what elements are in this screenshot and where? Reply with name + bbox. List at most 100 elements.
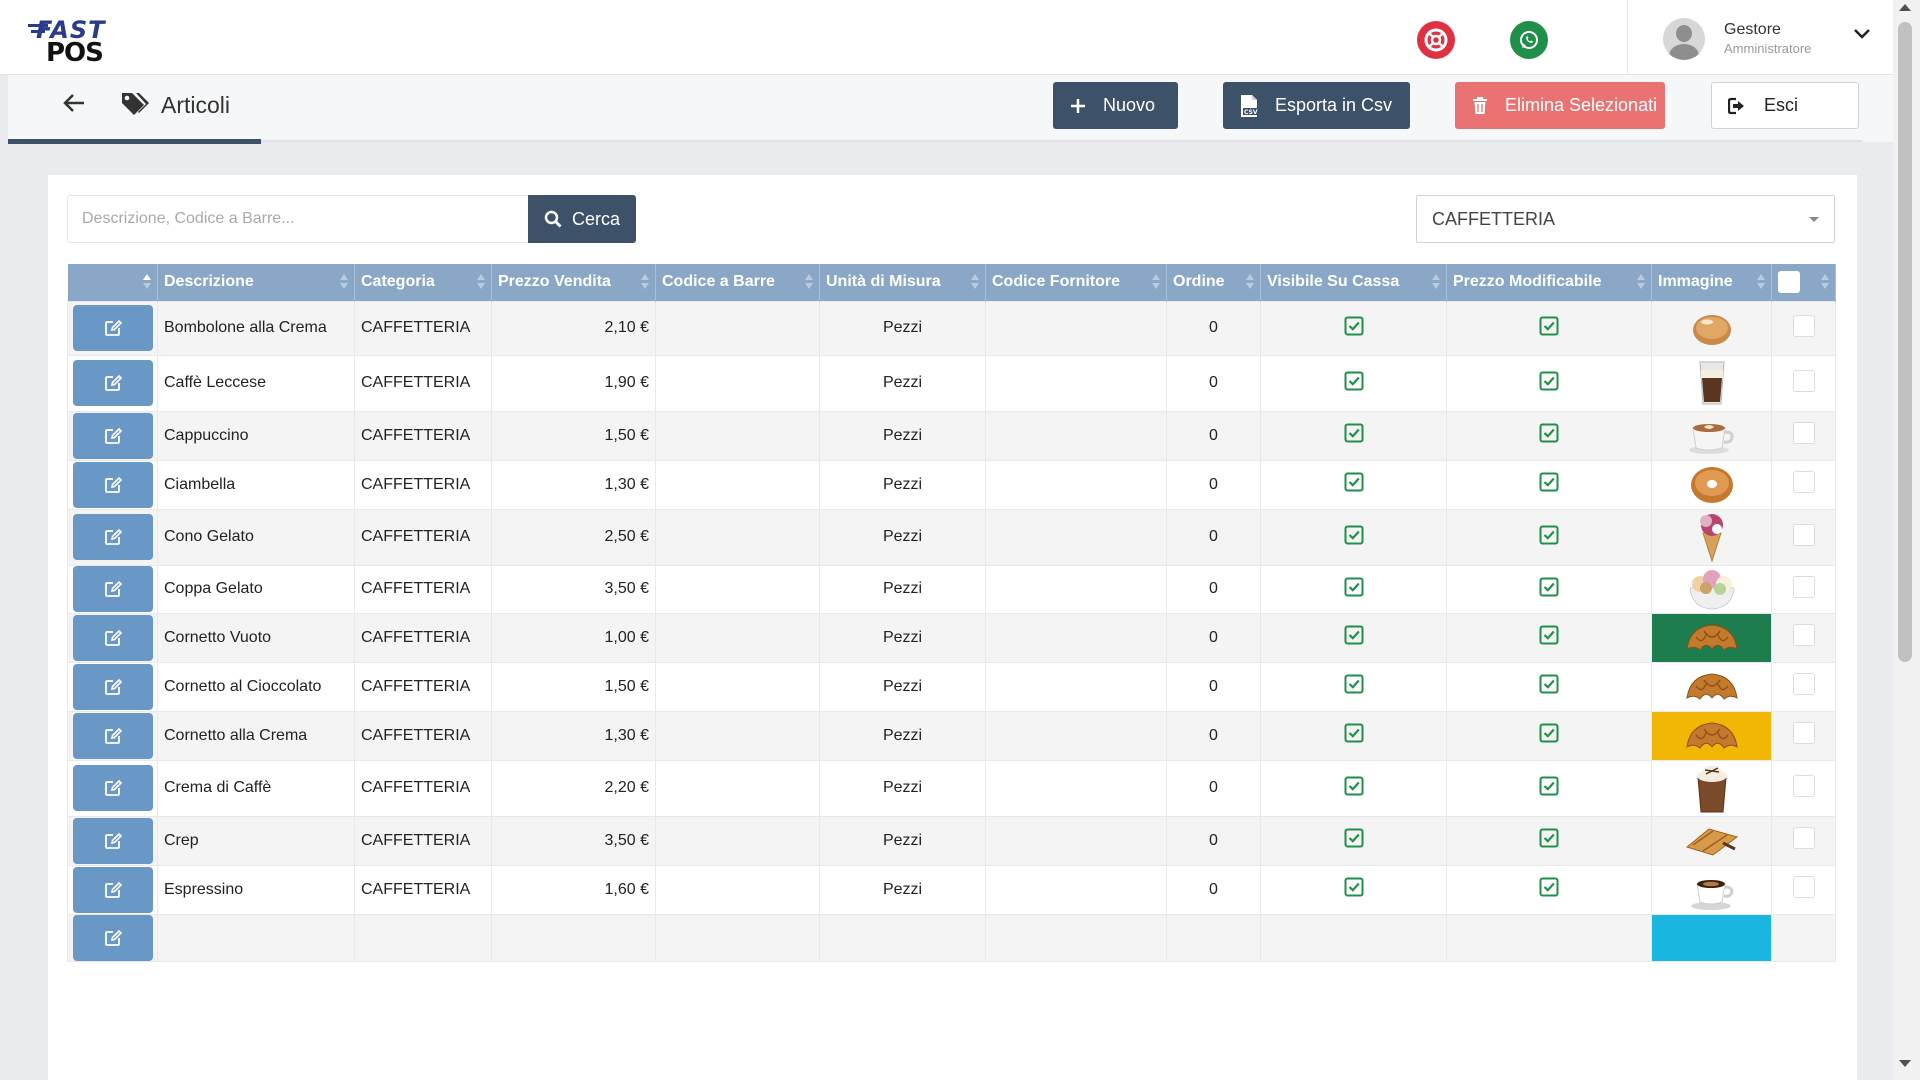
cell-price: 1,00 € (491, 612, 656, 663)
exit-button[interactable]: Esci (1711, 82, 1859, 129)
help-icon[interactable] (1417, 21, 1455, 59)
cell-supplier-code (985, 410, 1167, 461)
table-row[interactable]: Bombolone alla Crema CAFFETTERIA 2,10 € Pez… (67, 300, 1836, 356)
row-select-checkbox[interactable] (1792, 624, 1815, 646)
column-header[interactable]: Codice Fornitore (985, 264, 1167, 301)
table-row[interactable]: Cornetto Vuoto CAFFETTERIA 1,00 € Pezzi 0 (67, 612, 1836, 663)
product-image[interactable] (1653, 619, 1771, 657)
product-image[interactable] (1653, 566, 1771, 612)
search-button[interactable]: Cerca (528, 195, 636, 243)
scrollbar-thumb[interactable] (1898, 22, 1912, 662)
table-row[interactable]: Crep CAFFETTERIA 3,50 € Pezzi 0 (67, 815, 1836, 866)
checked-checkbox-icon (1344, 828, 1364, 848)
table-row[interactable]: Caffè Leccese CAFFETTERIA 1,90 € Pezzi 0 (67, 354, 1836, 412)
table-row[interactable]: Cono Gelato CAFFETTERIA 2,50 € Pezzi 0 (67, 508, 1836, 566)
app-logo[interactable]: FAST POS (28, 16, 120, 70)
header-divider (1627, 0, 1628, 75)
edit-button[interactable] (73, 817, 153, 864)
export-csv-button[interactable]: CSV Esporta in Csv (1223, 82, 1410, 129)
table-row[interactable] (67, 913, 1836, 962)
table-row[interactable]: Coppa Gelato CAFFETTERIA 3,50 € Pezzi 0 (67, 564, 1836, 614)
column-header[interactable]: Unità di Misura (819, 264, 986, 301)
search-input[interactable] (67, 195, 529, 243)
edit-button[interactable] (73, 305, 153, 351)
select-all-checkbox[interactable] (1778, 271, 1800, 294)
edit-button[interactable] (73, 712, 153, 759)
cell-category: CAFFETTERIA (354, 612, 492, 663)
column-header[interactable]: Prezzo Vendita (491, 264, 656, 301)
search-button-label: Cerca (571, 208, 620, 229)
table-row[interactable]: Cornetto al Cioccolato CAFFETTERIA 1,50 € P… (67, 661, 1836, 712)
edit-button[interactable] (73, 663, 153, 710)
product-image[interactable] (1653, 668, 1771, 706)
product-image[interactable] (1653, 762, 1771, 814)
row-select-checkbox[interactable] (1792, 422, 1815, 444)
row-select-checkbox[interactable] (1792, 471, 1815, 493)
cell-unit: Pezzi (819, 459, 986, 510)
product-image[interactable] (1653, 511, 1771, 563)
cell-supplier-code (985, 508, 1167, 566)
new-button[interactable]: Nuovo (1053, 82, 1178, 129)
edit-button[interactable] (73, 514, 153, 560)
row-select-checkbox[interactable] (1792, 827, 1815, 849)
column-header-actions[interactable] (67, 264, 158, 301)
cell-category: CAFFETTERIA (354, 410, 492, 461)
cell-visible-on-register (1260, 459, 1447, 510)
table-row[interactable]: Ciambella CAFFETTERIA 1,30 € Pezzi 0 (67, 459, 1836, 510)
column-header[interactable]: Descrizione (157, 264, 355, 301)
edit-button[interactable] (73, 915, 153, 960)
table-row[interactable]: Cappuccino CAFFETTERIA 1,50 € Pezzi 0 (67, 410, 1836, 461)
row-select-checkbox[interactable] (1792, 523, 1815, 546)
product-image[interactable] (1653, 416, 1771, 456)
column-header[interactable]: Categoria (354, 264, 492, 301)
back-arrow-icon[interactable] (62, 93, 86, 118)
edit-button[interactable] (73, 461, 153, 508)
category-select[interactable]: CAFFETTERIA (1416, 195, 1835, 243)
column-header[interactable]: Prezzo Modificabile (1446, 264, 1652, 301)
row-select-checkbox[interactable] (1792, 369, 1815, 392)
cell-select (1771, 815, 1836, 866)
cell-visible-on-register (1260, 354, 1447, 412)
cell-unit: Pezzi (819, 759, 986, 817)
column-header[interactable]: Ordine (1166, 264, 1261, 301)
trash-icon (1455, 96, 1505, 115)
edit-button[interactable] (73, 866, 153, 913)
column-header[interactable]: Immagine (1651, 264, 1772, 301)
chevron-down-icon[interactable] (1853, 27, 1871, 45)
row-select-checkbox[interactable] (1792, 722, 1815, 744)
articles-table: Descrizione Categoria Prezzo Vendita Cod… (67, 264, 1836, 962)
edit-cell (67, 759, 158, 817)
product-image[interactable] (1653, 823, 1771, 859)
cell-image (1651, 354, 1772, 412)
cell-price: 1,50 € (491, 661, 656, 712)
edit-button[interactable] (73, 614, 153, 661)
row-select-checkbox[interactable] (1792, 673, 1815, 695)
edit-button[interactable] (73, 360, 153, 406)
product-image[interactable] (1653, 358, 1771, 408)
edit-button[interactable] (73, 566, 153, 612)
row-select-checkbox[interactable] (1792, 774, 1815, 797)
table-row[interactable]: Cornetto alla Crema CAFFETTERIA 1,30 € Pezz… (67, 710, 1836, 761)
row-select-checkbox[interactable] (1792, 314, 1815, 337)
whatsapp-icon[interactable] (1510, 21, 1548, 59)
edit-button[interactable] (73, 765, 153, 811)
table-row[interactable]: Espressino CAFFETTERIA 1,60 € Pezzi 0 (67, 864, 1836, 915)
column-header[interactable]: Visibile Su Cassa (1260, 264, 1447, 301)
cell-order: 0 (1166, 300, 1261, 356)
column-header[interactable]: Codice a Barre (655, 264, 820, 301)
row-select-checkbox[interactable] (1792, 876, 1815, 898)
scroll-down-arrow-icon[interactable] (1899, 1060, 1911, 1067)
scroll-up-arrow-icon[interactable] (1899, 4, 1911, 11)
product-image[interactable] (1653, 868, 1771, 912)
delete-selected-button[interactable]: Elimina Selezionati (1455, 82, 1665, 129)
product-image[interactable] (1653, 463, 1771, 507)
row-select-checkbox[interactable] (1792, 575, 1815, 598)
table-row[interactable]: Crema di Caffè CAFFETTERIA 2,20 € Pezzi 0 (67, 759, 1836, 817)
edit-button[interactable] (73, 412, 153, 459)
avatar[interactable] (1663, 18, 1705, 60)
cell-image (1651, 815, 1772, 866)
user-name[interactable]: Gestore (1724, 21, 1781, 39)
product-image[interactable] (1653, 308, 1771, 348)
product-image[interactable] (1653, 717, 1771, 755)
cell-visible-on-register (1260, 508, 1447, 566)
